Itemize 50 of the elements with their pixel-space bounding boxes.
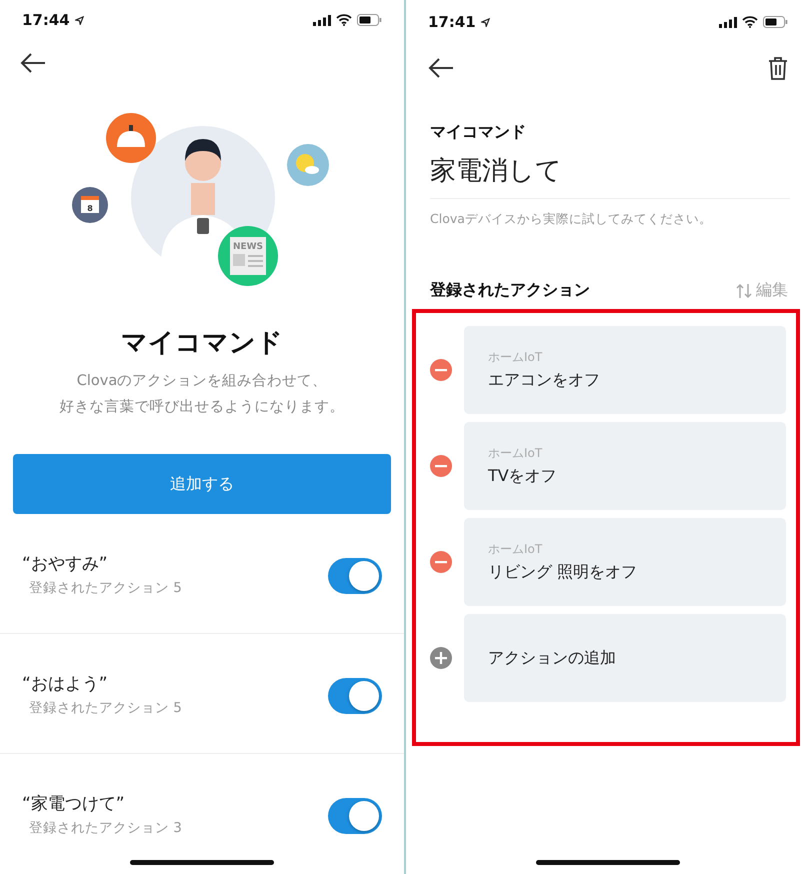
action-label: エアコンをオフ — [488, 370, 601, 391]
add-icon[interactable] — [430, 647, 452, 669]
signal-icon — [719, 16, 737, 28]
action-category: ホームIoT — [488, 541, 544, 558]
command-row[interactable]: “おはよう” 登録されたアクション 5 — [0, 634, 404, 754]
wifi-icon — [742, 16, 758, 28]
toggle-switch[interactable] — [328, 558, 382, 594]
command-name: “家電つけて” — [22, 793, 126, 816]
toggle-switch[interactable] — [328, 798, 382, 834]
command-row[interactable]: “家電つけて” 登録されたアクション 3 — [0, 754, 404, 874]
remove-icon[interactable] — [430, 359, 452, 381]
location-arrow-icon — [480, 18, 490, 26]
back-arrow-icon[interactable] — [428, 58, 454, 78]
action-card[interactable]: ホームIoT リビング 照明をオフ — [464, 518, 786, 606]
actions-heading: 登録されたアクション — [430, 280, 590, 301]
status-time: 17:41 — [428, 13, 476, 31]
action-category: ホームIoT — [488, 349, 544, 366]
back-arrow-icon[interactable] — [20, 53, 46, 74]
battery-icon — [357, 14, 382, 26]
news-label: NEWS — [232, 242, 264, 252]
toggle-switch[interactable] — [328, 678, 382, 714]
command-name: “おやすみ” — [22, 553, 109, 576]
command-subtitle: 登録されたアクション 5 — [28, 579, 183, 598]
action-card[interactable]: ホームIoT TVをオフ — [464, 422, 786, 510]
command-subtitle: 登録されたアクション 3 — [28, 819, 183, 838]
command-row[interactable]: “おやすみ” 登録されたアクション 5 — [0, 514, 404, 634]
remove-icon[interactable] — [430, 455, 452, 477]
trash-icon[interactable] — [768, 56, 788, 80]
page-title: マイコマンド — [120, 327, 284, 360]
calendar-day: 8 — [87, 204, 93, 214]
description-line: Clovaのアクションを組み合わせて、 — [76, 372, 328, 392]
command-subtitle: 登録されたアクション 5 — [28, 699, 183, 718]
wifi-icon — [336, 14, 352, 26]
action-label: アクションの追加 — [488, 648, 617, 668]
command-name: “おはよう” — [22, 673, 109, 696]
signal-icon — [313, 14, 331, 26]
action-label: TVをオフ — [488, 466, 558, 487]
action-card[interactable]: ホームIoT エアコンをオフ — [464, 326, 786, 414]
action-category: ホームIoT — [488, 445, 544, 462]
battery-icon — [763, 16, 788, 28]
description-line: 好きな言葉で呼び出せるようになります。 — [60, 398, 344, 418]
hint-text: Clovaデバイスから実際に試してみてください。 — [430, 211, 713, 228]
command-name: 家電消して — [430, 153, 790, 199]
remove-icon[interactable] — [430, 551, 452, 573]
sort-arrows-icon — [736, 282, 752, 298]
action-label: リビング 照明をオフ — [488, 562, 638, 583]
status-time: 17:44 — [22, 11, 70, 30]
action-card[interactable]: アクションの追加 — [464, 614, 786, 702]
location-arrow-icon — [74, 16, 84, 25]
section-label: マイコマンド — [430, 122, 527, 143]
